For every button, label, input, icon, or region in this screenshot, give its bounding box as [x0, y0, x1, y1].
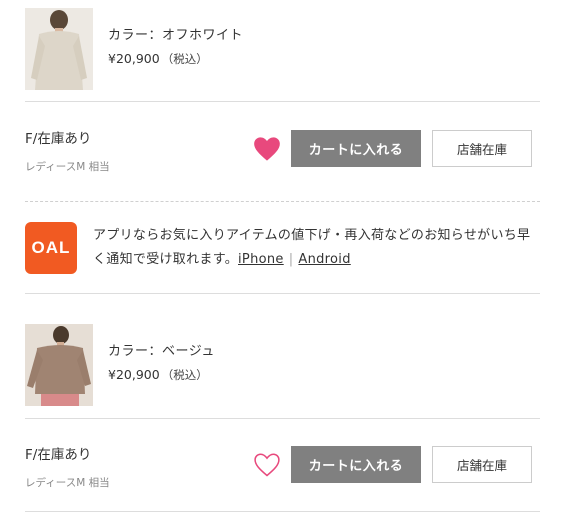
heart-outline-icon[interactable]: [253, 452, 281, 478]
app-banner-text: アプリならお気に入りアイテムの値下げ・再入荷などのお知らせがいち早く通知で受け取…: [93, 224, 543, 272]
tax-label: （税込）: [161, 368, 208, 382]
product-item-1: カラー：オフホワイト ¥20,900 （税込）: [25, 8, 540, 90]
product-info: カラー：ベージュ ¥20,900 （税込）: [108, 344, 215, 383]
link-separator: |: [288, 252, 294, 267]
add-to-cart-button[interactable]: カートに入れる: [291, 130, 421, 167]
add-to-cart-button[interactable]: カートに入れる: [291, 446, 421, 483]
app-logo-text: OAL: [31, 238, 71, 257]
dashed-divider: [25, 201, 540, 202]
product-item-2: カラー：ベージュ ¥20,900 （税込）: [25, 324, 540, 406]
product-image[interactable]: [25, 324, 93, 406]
stock-status: F/在庫あり: [25, 447, 92, 463]
iphone-link[interactable]: iPhone: [238, 252, 284, 267]
android-link[interactable]: Android: [298, 252, 350, 267]
heart-filled-icon[interactable]: [253, 136, 281, 162]
size-note: レディースM 相当: [25, 477, 110, 489]
divider: [25, 293, 540, 294]
price: ¥20,900 （税込）: [108, 51, 243, 67]
divider: [25, 511, 540, 512]
price-value: ¥20,900: [108, 367, 160, 382]
store-stock-button[interactable]: 店舗在庫: [432, 130, 532, 167]
store-stock-button[interactable]: 店舗在庫: [432, 446, 532, 483]
product-image[interactable]: [25, 8, 93, 90]
price: ¥20,900 （税込）: [108, 367, 215, 383]
stock-status: F/在庫あり: [25, 131, 92, 147]
tax-label: （税込）: [161, 52, 208, 66]
color-label: カラー：オフホワイト: [108, 28, 244, 43]
stock-row-2: F/在庫あり レディースM 相当 カートに入れる 店舗在庫: [25, 446, 540, 496]
divider: [25, 418, 540, 419]
app-logo: OAL: [25, 222, 77, 274]
color-label: カラー：ベージュ: [108, 344, 215, 359]
divider: [25, 101, 540, 102]
app-banner: OAL アプリならお気に入りアイテムの値下げ・再入荷などのお知らせがいち早く通知…: [25, 220, 540, 276]
price-value: ¥20,900: [108, 51, 160, 66]
size-note: レディースM 相当: [25, 161, 110, 173]
product-info: カラー：オフホワイト ¥20,900 （税込）: [108, 28, 243, 67]
stock-row-1: F/在庫あり レディースM 相当 カートに入れる 店舗在庫: [25, 130, 540, 180]
